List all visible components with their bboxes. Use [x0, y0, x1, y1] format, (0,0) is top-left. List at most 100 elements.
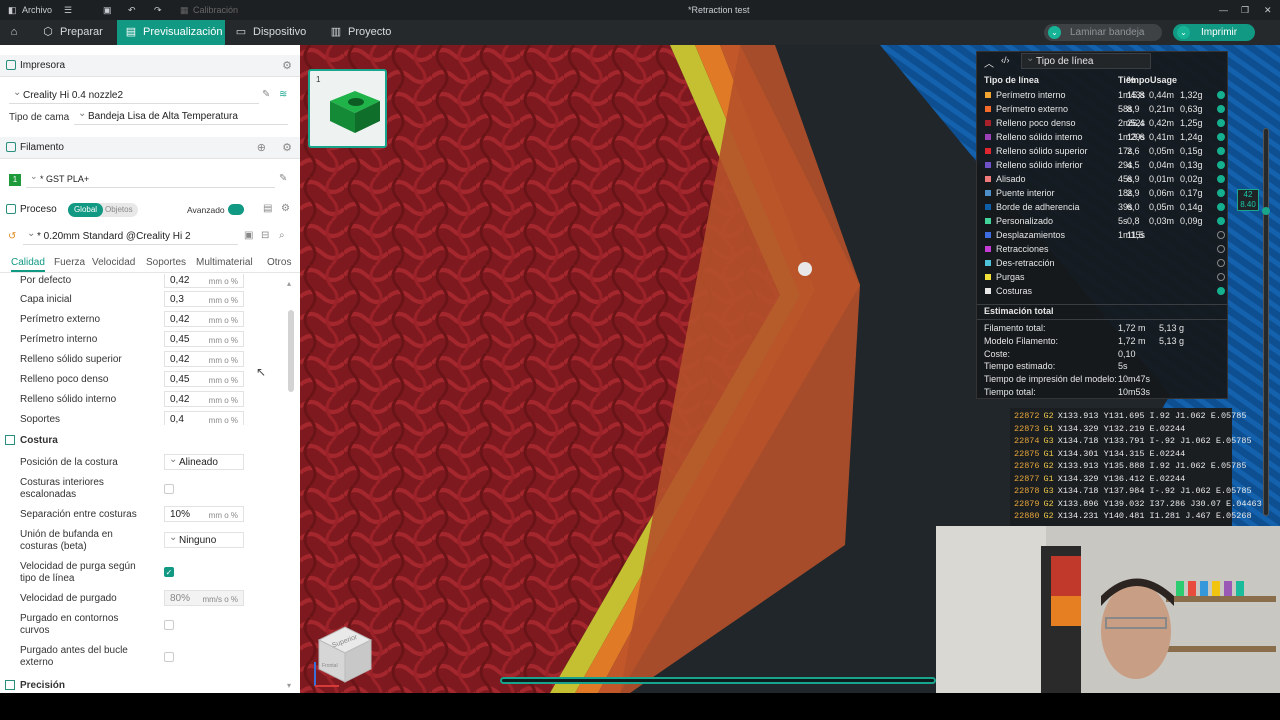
visibility-eye-icon[interactable] — [1217, 161, 1225, 169]
wipe-speed-input[interactable]: 80% mm/s o % — [164, 590, 244, 606]
process-preset-select[interactable]: * 0.20mm Standard @Creality Hi 2 — [23, 226, 238, 245]
tab-otros[interactable]: Otros — [267, 257, 291, 268]
visibility-eye-icon[interactable] — [1217, 189, 1225, 197]
close-icon[interactable]: ✕ — [1264, 0, 1272, 20]
filament-select[interactable]: * GST PLA+ — [26, 169, 275, 188]
settings-icon[interactable]: ⚙ — [282, 59, 292, 72]
home-button[interactable]: ⌂ — [0, 20, 26, 45]
minimize-icon[interactable]: — — [1219, 0, 1228, 20]
layer-slider[interactable] — [1262, 128, 1270, 516]
hamburger-icon[interactable]: ☰ — [64, 0, 72, 20]
legend-row[interactable]: Relleno sólido interno 1m29s 13,6 0,41m 1,24… — [977, 130, 1227, 144]
tab-fuerza[interactable]: Fuerza — [54, 257, 85, 268]
compare-icon[interactable]: ▤ — [263, 203, 272, 214]
visibility-eye-icon[interactable] — [1217, 119, 1225, 127]
width-input[interactable]: 0,45 mm o % — [164, 331, 244, 347]
tab-soportes[interactable]: Soportes — [146, 257, 186, 268]
maximize-icon[interactable]: ❐ — [1241, 0, 1249, 20]
chevron-down-icon[interactable]: ⌄ — [1177, 26, 1190, 39]
staggered-seams-checkbox[interactable] — [164, 484, 174, 494]
remove-preset-icon[interactable]: ⊟ — [261, 230, 269, 241]
laminar-bandeja-button[interactable]: ⌄ Laminar bandeja — [1044, 24, 1162, 41]
scroll-down-icon[interactable]: ▾ — [287, 681, 291, 690]
tab-calidad[interactable]: Calidad — [11, 257, 45, 268]
view-type-select[interactable]: Tipo de línea — [1021, 51, 1151, 69]
settings-scrollbar[interactable]: ▴ ▾ — [287, 279, 295, 692]
legend-row[interactable]: Relleno poco denso 2m52s 26,4 0,42m 1,25g — [977, 116, 1227, 130]
collapse-legend-icon[interactable]: ︿ — [984, 55, 994, 70]
tab-velocidad[interactable]: Velocidad — [92, 257, 135, 268]
legend-row[interactable]: Personalizado 5s 0,8 0,03m 0,09g — [977, 214, 1227, 228]
layer-slider-thumb[interactable] — [1262, 207, 1270, 215]
legend-row[interactable]: Retracciones — [977, 242, 1227, 256]
visibility-eye-icon[interactable] — [1217, 217, 1225, 225]
undo-icon[interactable]: ↶ — [128, 0, 136, 20]
visibility-eye-icon[interactable] — [1217, 133, 1225, 141]
tab-previsualizacion[interactable]: ▤ Previsualización — [117, 20, 225, 45]
legend-row[interactable]: Borde de adherencia 39s 6,0 0,05m 0,14g — [977, 200, 1227, 214]
edit-icon[interactable]: ✎ — [262, 89, 270, 100]
filament-section-header[interactable]: Filamento ⚙ ⊕ — [0, 137, 300, 159]
objetos-option[interactable]: Objetos — [105, 203, 133, 217]
calibration-icon[interactable]: ▦ — [180, 0, 189, 20]
reset-icon[interactable]: ↺ — [8, 231, 16, 242]
visibility-eye-icon[interactable] — [1217, 231, 1225, 239]
legend-row[interactable]: Perímetro externo 58s 8,9 0,21m 0,63g — [977, 102, 1227, 116]
menu-archivo[interactable]: Archivo — [22, 0, 52, 20]
tab-preparar[interactable]: ⬡ Preparar — [34, 20, 114, 45]
imprimir-button[interactable]: ⌄ Imprimir — [1173, 24, 1255, 41]
tab-proyecto[interactable]: ▥ Proyecto — [322, 20, 398, 45]
save-preset-icon[interactable]: ▣ — [244, 230, 253, 241]
printer-select[interactable]: Creality Hi 0.4 nozzle2 — [9, 85, 259, 104]
visibility-eye-icon[interactable] — [1217, 105, 1225, 113]
width-input[interactable]: 0,4 mm o % — [164, 411, 244, 425]
search-icon[interactable]: ⌕ — [279, 230, 285, 241]
legend-row[interactable]: Puente interior 18s 2,9 0,06m 0,17g — [977, 186, 1227, 200]
plate-thumbnail[interactable]: 1 — [308, 69, 387, 148]
scarf-seam-select[interactable]: Ninguno — [164, 530, 244, 548]
legend-row[interactable]: Purgas — [977, 270, 1227, 284]
edit-icon[interactable]: ✎ — [279, 173, 287, 184]
legend-row[interactable]: Perímetro interno 1m43s 15,8 0,44m 1,32g — [977, 88, 1227, 102]
wipe-speed-type-checkbox[interactable]: ✓ — [164, 567, 174, 577]
legend-row[interactable]: Alisado 45s 6,9 0,01m 0,02g — [977, 172, 1227, 186]
tab-multimaterial[interactable]: Multimaterial — [196, 257, 253, 268]
visibility-eye-icon[interactable] — [1217, 147, 1225, 155]
seam-position-select[interactable]: Alineado — [164, 452, 244, 470]
width-input[interactable]: 0,42 mm o % — [164, 274, 244, 288]
legend-row[interactable]: Relleno sólido superior 17s 2,6 0,05m 0,15g — [977, 144, 1227, 158]
view-cube[interactable]: Superior Frontal — [311, 622, 375, 688]
save-icon[interactable]: ▣ — [103, 0, 112, 20]
width-input[interactable]: 0,3 mm o % — [164, 291, 244, 307]
global-objetos-toggle[interactable]: Global Objetos — [68, 203, 138, 217]
layer-progress-slider[interactable] — [500, 677, 936, 684]
settings-icon[interactable]: ⚙ — [282, 141, 292, 154]
add-filament-icon[interactable]: ⊕ — [257, 141, 266, 154]
chevron-down-icon[interactable]: ⌄ — [1048, 26, 1061, 39]
scroll-up-icon[interactable]: ▴ — [287, 279, 291, 288]
bed-type-select[interactable]: Bandeja Lisa de Alta Temperatura — [74, 106, 288, 125]
code-view-icon[interactable]: ‹/› — [1001, 55, 1010, 65]
visibility-eye-icon[interactable] — [1217, 91, 1225, 99]
settings-icon[interactable]: ⚙ — [281, 203, 290, 214]
seam-gap-input[interactable]: 10% mm o % — [164, 506, 244, 522]
visibility-eye-icon[interactable] — [1217, 273, 1225, 281]
legend-row[interactable]: Desplazamientos 1m15s 11,5 — [977, 228, 1227, 242]
visibility-eye-icon[interactable] — [1217, 245, 1225, 253]
visibility-eye-icon[interactable] — [1217, 203, 1225, 211]
global-option[interactable]: Global — [68, 203, 103, 217]
width-input[interactable]: 0,42 mm o % — [164, 351, 244, 367]
wifi-icon[interactable]: ≋ — [279, 89, 287, 100]
legend-row[interactable]: Relleno sólido inferior 29s 4,5 0,04m 0,13g — [977, 158, 1227, 172]
width-input[interactable]: 0,45 mm o % — [164, 371, 244, 387]
visibility-eye-icon[interactable] — [1217, 287, 1225, 295]
visibility-eye-icon[interactable] — [1217, 175, 1225, 183]
legend-row[interactable]: Costuras — [977, 284, 1227, 298]
printer-section-header[interactable]: Impresora ⚙ — [0, 55, 300, 77]
wipe-curves-checkbox[interactable] — [164, 620, 174, 630]
visibility-eye-icon[interactable] — [1217, 259, 1225, 267]
width-input[interactable]: 0,42 mm o % — [164, 391, 244, 407]
avanzado-toggle[interactable] — [228, 204, 244, 215]
tab-dispositivo[interactable]: ▭ Dispositivo — [227, 20, 313, 45]
width-input[interactable]: 0,42 mm o % — [164, 311, 244, 327]
